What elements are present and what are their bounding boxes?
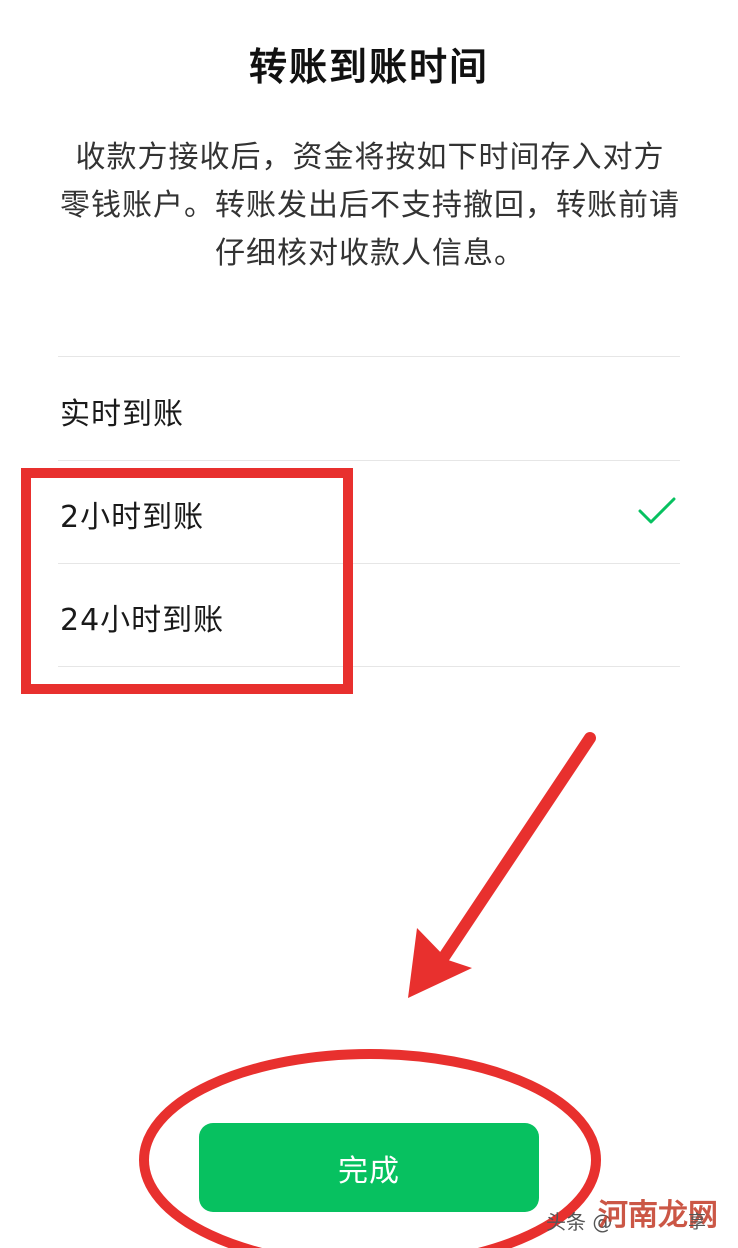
option-2-hours[interactable]: 2小时到账 [58, 461, 680, 563]
description-line: 零钱账户。转账发出后不支持撤回，转账前请 [60, 188, 680, 223]
option-realtime[interactable]: 实时到账 [58, 358, 680, 460]
option-label: 24小时到账 [60, 603, 225, 638]
divider [58, 666, 680, 667]
transfer-time-description: 收款方接收后，资金将按如下时间存入对方 零钱账户。转账发出后不支持撤回，转账前请… [60, 134, 680, 278]
option-label: 2小时到账 [60, 500, 205, 535]
description-line: 收款方接收后，资金将按如下时间存入对方 [75, 140, 665, 175]
watermark-tail: 享 [688, 1212, 706, 1233]
done-button[interactable]: 完成 [199, 1123, 539, 1212]
option-24-hours[interactable]: 24小时到账 [58, 564, 680, 666]
description-line: 仔细核对收款人信息。 [215, 236, 525, 271]
arrow-shaft [424, 732, 596, 984]
arrow-head [408, 928, 472, 998]
option-label: 实时到账 [60, 397, 184, 432]
checkmark-icon [638, 497, 676, 524]
divider [58, 356, 680, 357]
page-title: 转账到账时间 [248, 45, 489, 89]
